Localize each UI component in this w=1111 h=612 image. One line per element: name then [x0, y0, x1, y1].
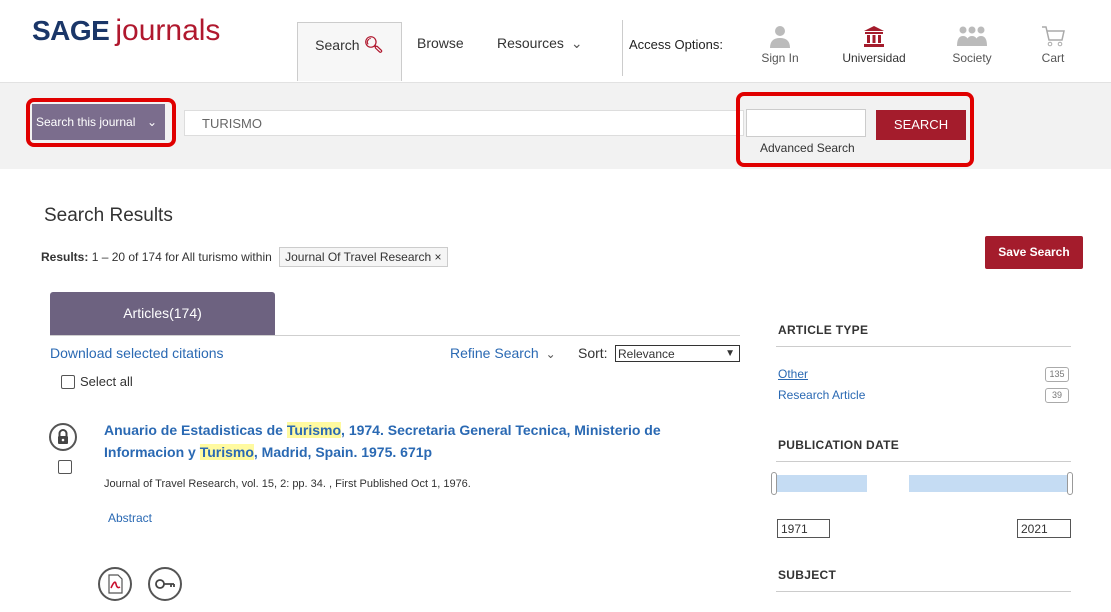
- chevron-down-icon: ▼: [725, 348, 735, 359]
- cart-label: Cart: [1041, 51, 1065, 65]
- facet-divider: [776, 591, 1071, 592]
- key-icon: [155, 579, 175, 589]
- search-icon: 🔍︎: [363, 37, 384, 54]
- tab-divider: [50, 335, 740, 336]
- nav-search-label: Search: [315, 37, 360, 53]
- select-all-checkbox[interactable]: [61, 375, 75, 389]
- download-citations-link[interactable]: Download selected citations: [50, 345, 224, 361]
- nav-resources-label: Resources: [497, 35, 564, 51]
- header-divider: [622, 20, 623, 76]
- facet-link-research-article[interactable]: Research Article: [778, 388, 865, 402]
- select-all-label: Select all: [80, 374, 133, 389]
- year-to-input[interactable]: 2021: [1017, 519, 1071, 538]
- nav-tab-search[interactable]: Search 🔍︎: [297, 22, 402, 81]
- cart-button[interactable]: Cart: [1013, 24, 1093, 65]
- access-key-button[interactable]: [148, 567, 182, 601]
- slider-handle-end[interactable]: [1067, 472, 1073, 495]
- abstract-link[interactable]: Abstract: [108, 511, 152, 525]
- institution-icon: [864, 26, 884, 47]
- date-histogram-gap: [867, 475, 909, 492]
- annotation-highlight-search: [736, 92, 974, 167]
- logo-product: journals: [115, 14, 221, 47]
- access-options-label: Access Options:: [629, 37, 723, 52]
- results-summary-label: Results:: [41, 250, 89, 264]
- site-header: SAGE journals Search 🔍︎ Browse Resources ⌄ …: [0, 0, 1111, 81]
- sign-in-button[interactable]: Sign In: [740, 24, 820, 65]
- article-meta: Journal of Travel Research, vol. 15, 2: …: [104, 478, 471, 490]
- save-search-button[interactable]: Save Search: [985, 236, 1083, 269]
- annotation-highlight-scope: [26, 98, 176, 147]
- slider-handle-start[interactable]: [771, 472, 777, 495]
- nav-tab-resources[interactable]: Resources ⌄: [497, 21, 583, 79]
- filter-chip-label: Journal Of Travel Research: [285, 250, 432, 264]
- sort-select[interactable]: Relevance ▼: [615, 345, 740, 362]
- search-bar: Search this journal ⌄ TURISMO SEARCH Adv…: [0, 82, 1111, 169]
- article-checkbox[interactable]: [58, 460, 72, 474]
- results-summary: Results: 1 – 20 of 174 for All turismo w…: [41, 247, 448, 267]
- filter-chip[interactable]: Journal Of Travel Research ×: [279, 247, 448, 267]
- sage-journals-logo[interactable]: SAGE journals: [32, 14, 220, 48]
- chevron-down-icon: ⌄: [570, 35, 583, 51]
- chevron-down-icon: ⌄: [545, 347, 556, 361]
- date-range-slider[interactable]: [777, 475, 1070, 492]
- sign-in-label: Sign In: [761, 51, 799, 65]
- facet-article-type-heading: ARTICLE TYPE: [778, 323, 869, 337]
- facet-count-badge: 135: [1045, 367, 1069, 382]
- lock-icon: [49, 423, 77, 451]
- search-input[interactable]: TURISMO: [184, 110, 744, 136]
- refine-search-link[interactable]: Refine Search ⌄: [450, 345, 556, 361]
- institution-label: Universidad: [842, 51, 906, 65]
- facet-link-other[interactable]: Other: [778, 367, 808, 381]
- article-title-part: Anuario de Estadisticas de: [104, 422, 287, 438]
- facet-publication-date-heading: PUBLICATION DATE: [778, 438, 900, 452]
- sort-label: Sort:: [578, 345, 608, 361]
- society-button[interactable]: Society: [932, 24, 1012, 65]
- facet-subject-heading: SUBJECT: [778, 568, 837, 582]
- refine-search-label: Refine Search: [450, 345, 539, 361]
- cart-icon: [1042, 26, 1065, 47]
- pdf-icon: [108, 574, 123, 594]
- year-from-input[interactable]: 1971: [777, 519, 830, 538]
- pdf-download-button[interactable]: [98, 567, 132, 601]
- facet-count-badge: 39: [1045, 388, 1069, 403]
- society-icon: [957, 26, 987, 46]
- article-title-highlight: Turismo: [286, 422, 342, 438]
- society-label: Society: [952, 51, 992, 65]
- close-icon[interactable]: ×: [435, 250, 442, 264]
- page-title: Search Results: [44, 205, 173, 226]
- article-title-part: , Madrid, Spain. 1975. 671p: [253, 444, 433, 460]
- person-icon: [770, 26, 790, 48]
- facet-divider: [776, 461, 1071, 462]
- facet-divider: [776, 346, 1071, 347]
- institution-button[interactable]: Universidad: [834, 24, 914, 65]
- logo-brand: SAGE: [32, 15, 110, 46]
- tab-articles[interactable]: Articles(174): [50, 292, 275, 335]
- sort-value: Relevance: [618, 347, 675, 361]
- results-summary-text: 1 – 20 of 174 for All turismo within: [91, 250, 272, 264]
- article-title-highlight: Turismo: [199, 444, 254, 460]
- nav-tab-browse[interactable]: Browse: [417, 21, 464, 79]
- article-title-link[interactable]: Anuario de Estadisticas de Turismo, 1974…: [104, 419, 744, 463]
